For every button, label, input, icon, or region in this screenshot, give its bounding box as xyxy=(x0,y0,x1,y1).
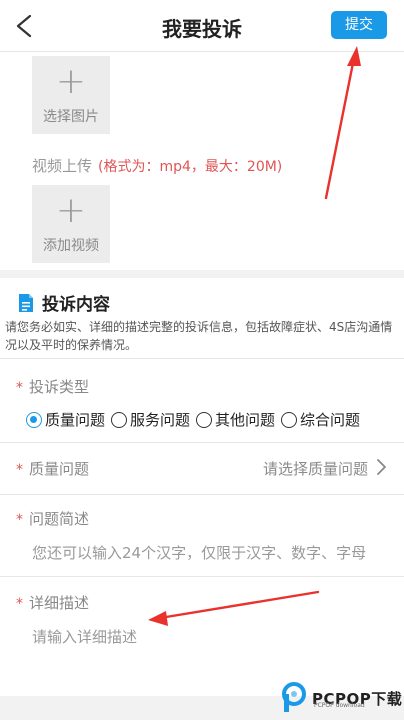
arrow-annotation-icon xyxy=(324,46,361,200)
watermark-subtext: PCPOP download xyxy=(314,702,365,709)
arrow-annotation-icon xyxy=(148,590,320,626)
annotation-arrows xyxy=(148,46,361,626)
watermark: PCPOP下载 PCPOP download xyxy=(280,682,402,714)
pcpop-logo-icon xyxy=(282,682,306,712)
